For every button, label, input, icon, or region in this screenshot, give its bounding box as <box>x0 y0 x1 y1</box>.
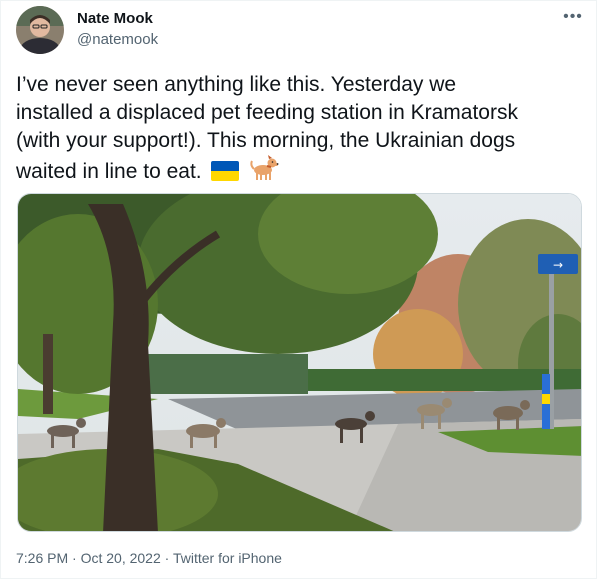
meta-separator: · <box>72 550 77 566</box>
tweet-date[interactable]: Oct 20, 2022 <box>81 550 161 566</box>
tweet-text-line: (with your support!). This morning, the … <box>16 129 516 152</box>
dog-icon <box>249 155 279 189</box>
tweet-source[interactable]: Twitter for iPhone <box>173 550 282 566</box>
tweet-time[interactable]: 7:26 PM <box>16 550 68 566</box>
tweet-text-line: waited in line to eat. <box>16 155 582 189</box>
photo-dogs-in-line-icon: → <box>18 194 581 531</box>
tweet-text-line: installed a displaced pet feeding statio… <box>16 101 518 124</box>
avatar[interactable] <box>16 6 64 54</box>
tweet-text-line: I’ve never seen anything like this. Yest… <box>16 73 457 96</box>
tweet-text: I’ve never seen anything like this. Yest… <box>16 71 582 189</box>
tweet-meta: 7:26 PM · Oct 20, 2022 · Twitter for iPh… <box>16 550 282 566</box>
author-name[interactable]: Nate Mook <box>77 10 153 27</box>
tweet-card: Nate Mook @natemook ••• I’ve never seen … <box>0 0 597 579</box>
more-options-icon[interactable]: ••• <box>561 7 585 27</box>
ukraine-flag-icon <box>211 161 240 189</box>
avatar-photo-icon <box>16 6 64 54</box>
tweet-text-last: waited in line to eat. <box>16 160 202 183</box>
tweet-photo[interactable]: → <box>17 193 582 532</box>
author-handle[interactable]: @natemook <box>77 31 158 48</box>
meta-separator: · <box>164 550 170 566</box>
street-sign-text: → <box>553 258 563 272</box>
